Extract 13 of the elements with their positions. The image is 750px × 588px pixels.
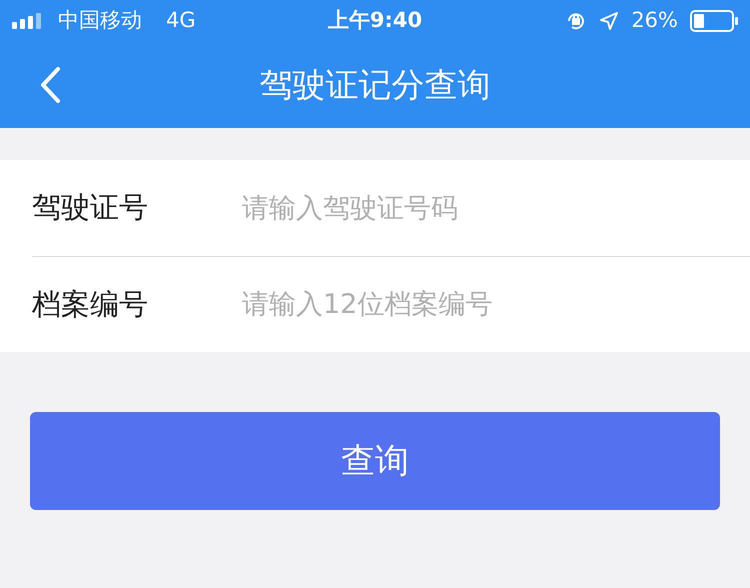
- network-type: 4G: [166, 7, 196, 34]
- field-label: 档案编号: [32, 286, 149, 323]
- location-arrow-icon: [599, 11, 620, 31]
- query-button[interactable]: 查询: [30, 412, 720, 510]
- battery-icon: [690, 10, 738, 32]
- battery-percent: 26%: [631, 7, 678, 34]
- page-title: 驾驶证记分查询: [260, 64, 490, 106]
- carrier-name: 中国移动: [58, 7, 142, 34]
- back-icon: [39, 66, 61, 104]
- clock-time: 上午9:40: [328, 7, 422, 34]
- input-field[interactable]: 请输入12位档案编号: [242, 274, 750, 334]
- field-label: 驾驶证号: [32, 189, 149, 226]
- input-field[interactable]: 请输入驾驶证号码: [242, 178, 750, 238]
